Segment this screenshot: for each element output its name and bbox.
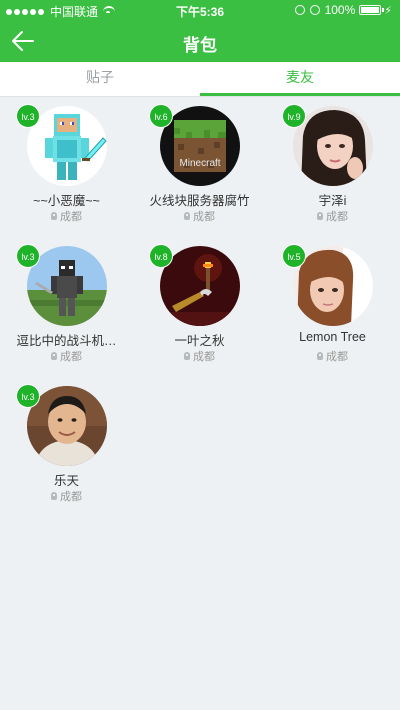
back-arrow-icon: [12, 31, 34, 51]
friend-location: 成都: [133, 348, 266, 364]
friend-card[interactable]: lv.3 ~~小恶魔~~ 成都: [0, 96, 133, 236]
friend-card[interactable]: lv.9 宇泽i 成都: [266, 96, 399, 236]
back-button[interactable]: [10, 28, 36, 54]
page-title: 背包: [183, 36, 217, 55]
avatar-frame: lv.3: [16, 104, 107, 186]
tab-posts[interactable]: 贴子: [0, 62, 200, 96]
location-pin-icon: [184, 352, 190, 360]
friend-location: 成都: [0, 488, 133, 504]
location-label: 成都: [193, 211, 215, 223]
level-badge: lv.3: [16, 384, 40, 408]
level-badge: lv.8: [149, 244, 173, 268]
location-pin-icon: [51, 212, 57, 220]
avatar-frame: Minecraft lv.6: [149, 104, 240, 186]
alarm-icon: [309, 5, 320, 15]
location-pin-icon: [51, 492, 57, 500]
avatar-frame: lv.5: [282, 244, 373, 326]
level-badge: lv.9: [282, 104, 306, 128]
level-badge: lv.6: [149, 104, 173, 128]
battery-percent: 100%: [324, 3, 356, 17]
nav-bar: 背包: [0, 20, 400, 62]
friend-name: 一叶之秋: [174, 334, 225, 348]
location-pin-icon: [51, 352, 57, 360]
level-badge: lv.5: [282, 244, 306, 268]
location-pin-icon: [317, 212, 323, 220]
location-pin-icon: [317, 352, 323, 360]
location-label: 成都: [60, 491, 82, 503]
avatar-frame: lv.3: [16, 384, 107, 466]
friend-card[interactable]: lv.5 Lemon Tree 成都: [266, 236, 399, 376]
location-label: 成都: [326, 211, 348, 223]
header-bar: 中国联通 下午5:36 100% ⚡ 背包: [0, 0, 400, 62]
avatar-frame: lv.8: [149, 244, 240, 326]
charging-icon: ⚡: [384, 4, 392, 17]
location-label: 成都: [60, 351, 82, 363]
friend-card[interactable]: lv.3 乐天 成都: [0, 376, 133, 516]
friend-card[interactable]: Minecraft lv.6 火线块服务器腐竹 成都: [133, 96, 266, 236]
avatar-frame: lv.3: [16, 244, 107, 326]
friend-location: 成都: [0, 348, 133, 364]
friend-card[interactable]: lv.8 一叶之秋 成都: [133, 236, 266, 376]
location-label: 成都: [60, 211, 82, 223]
level-badge: lv.3: [16, 104, 40, 128]
status-bar: 中国联通 下午5:36 100% ⚡: [0, 0, 400, 20]
location-label: 成都: [193, 351, 215, 363]
friend-card[interactable]: lv.3 逗比中的战斗机… 成都: [0, 236, 133, 376]
friend-location: 成都: [133, 208, 266, 224]
friend-name: Lemon Tree: [299, 330, 366, 344]
tab-bar: 贴子 麦友: [0, 62, 400, 97]
friend-name: ~~小恶魔~~: [33, 194, 100, 208]
rotation-lock-icon: [294, 5, 305, 15]
avatar-frame: lv.9: [282, 104, 373, 186]
tab-friends[interactable]: 麦友: [200, 62, 400, 96]
friend-name: 火线块服务器腐竹: [149, 194, 250, 208]
avatar-logo-text: Minecraft: [179, 158, 220, 169]
friend-location: 成都: [266, 348, 399, 364]
location-label: 成都: [326, 351, 348, 363]
friend-name: 逗比中的战斗机…: [16, 334, 117, 348]
friend-name: 乐天: [53, 474, 79, 488]
friend-location: 成都: [0, 208, 133, 224]
friend-location: 成都: [266, 208, 399, 224]
friend-name: 宇泽i: [318, 194, 347, 208]
level-badge: lv.3: [16, 244, 40, 268]
battery-icon: [359, 5, 385, 15]
location-pin-icon: [184, 212, 190, 220]
